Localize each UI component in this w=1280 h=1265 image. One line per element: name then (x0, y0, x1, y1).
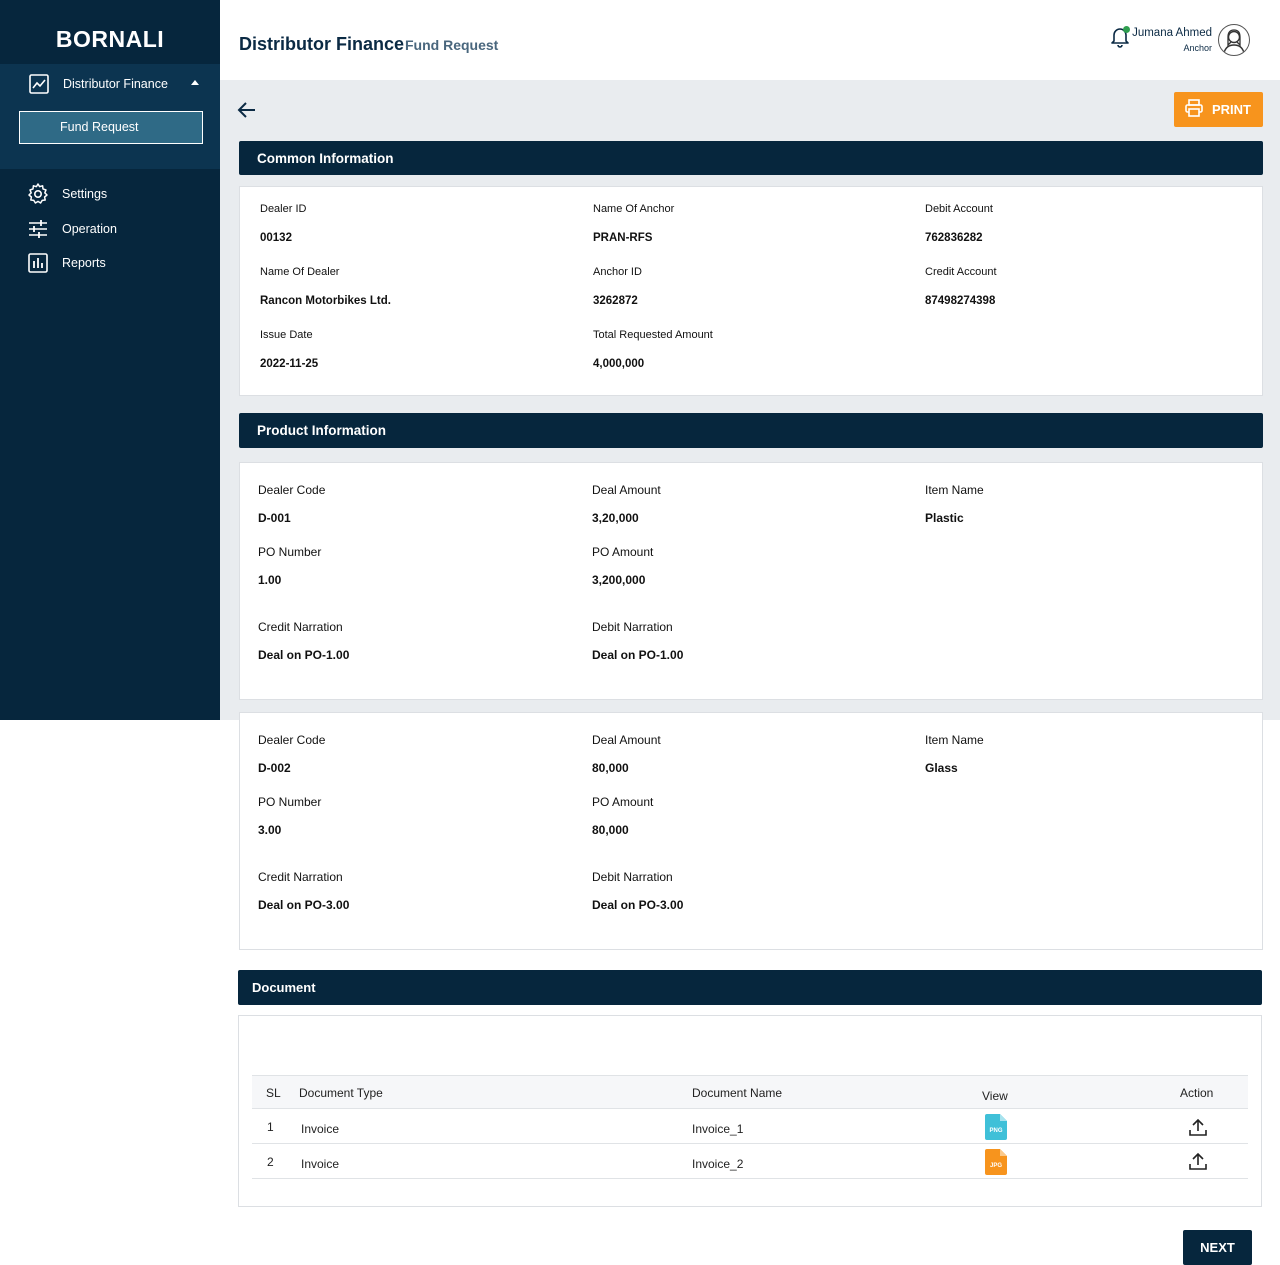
field-value: Deal on PO-1.00 (258, 648, 350, 662)
nav-item-operation[interactable]: Operation (26, 217, 206, 241)
field-label: Credit Narration (258, 620, 343, 634)
field-value: D-001 (258, 511, 291, 525)
upload-icon[interactable] (1188, 1151, 1208, 1171)
field-value: 4,000,000 (593, 358, 645, 370)
section-header-common-information: Common Information (239, 141, 1263, 175)
top-header: Distributor Finance Fund Request Jumana … (220, 0, 1280, 80)
next-button[interactable]: NEXT (1183, 1230, 1252, 1265)
field-label: Deal Amount (592, 733, 661, 747)
column-header-sl: SL (266, 1086, 281, 1100)
cell-sl: 2 (267, 1155, 274, 1169)
field-value: 2022-11-25 (260, 358, 319, 370)
product-card: Dealer Code D-001 Deal Amount 3,20,000 I… (239, 462, 1263, 700)
field-label: Total Requested Amount (593, 329, 713, 341)
field-value: 1.00 (258, 573, 282, 587)
upload-icon[interactable] (1188, 1117, 1208, 1137)
field-value: Deal on PO-3.00 (258, 898, 350, 912)
table-row: 2 Invoice Invoice_2 JPG (252, 1144, 1248, 1179)
column-header-document-type: Document Type (299, 1086, 383, 1100)
field-label: Issue Date (260, 329, 313, 341)
field-label: Anchor ID (593, 266, 642, 278)
field-label: Deal Amount (592, 483, 661, 497)
product-card: Dealer Code D-002 Deal Amount 80,000 Ite… (239, 712, 1263, 950)
notification-dot (1123, 26, 1130, 33)
print-button[interactable]: PRINT (1174, 92, 1263, 127)
printer-icon (1184, 98, 1204, 121)
page-title: Distributor Finance (239, 34, 405, 54)
nav-label: Distributor Finance (63, 77, 168, 91)
field-value: 3.00 (258, 823, 282, 837)
common-information-card: Dealer ID 00132 Name Of Anchor PRAN-RFS … (239, 186, 1263, 396)
nav-item-settings[interactable]: Settings (26, 182, 206, 206)
field-label: Name Of Dealer (260, 266, 340, 278)
gear-icon (26, 182, 50, 206)
field-value: 80,000 (592, 823, 629, 837)
sidebar: BORNALI Distributor Finance Fund Request… (0, 0, 220, 720)
column-header-action: Action (1180, 1086, 1214, 1100)
field-value: 87498274398 (925, 295, 996, 307)
nav-sub-item-fund-request[interactable]: Fund Request (19, 111, 203, 144)
field-label: PO Number (258, 795, 322, 809)
field-label: Debit Narration (592, 870, 673, 884)
avatar[interactable] (1218, 24, 1250, 56)
field-label: Dealer ID (260, 203, 307, 215)
field-label: Item Name (925, 733, 984, 747)
field-value: D-002 (258, 761, 291, 775)
page-subtitle: Fund Request (405, 37, 499, 53)
column-header-view: View (982, 1089, 1008, 1103)
png-file-icon[interactable]: PNG (985, 1114, 1007, 1140)
field-value: Deal on PO-3.00 (592, 898, 684, 912)
field-value: PRAN-RFS (593, 232, 653, 244)
nav-label: Operation (62, 222, 117, 236)
field-label: Credit Narration (258, 870, 343, 884)
field-label: Name Of Anchor (593, 203, 675, 215)
section-header-document: Document (238, 970, 1262, 1005)
field-value: Plastic (925, 511, 964, 525)
nav-label: Reports (62, 256, 106, 270)
field-value: Rancon Motorbikes Ltd. (260, 295, 391, 307)
field-label: PO Number (258, 545, 322, 559)
bar-chart-icon (26, 251, 50, 275)
cell-sl: 1 (267, 1120, 274, 1134)
table-header-row: SL Document Type Document Name View Acti… (252, 1075, 1248, 1109)
back-arrow-icon[interactable] (236, 99, 260, 121)
nav-item-reports[interactable]: Reports (26, 251, 206, 275)
field-value: 80,000 (592, 761, 629, 775)
field-value: 3,20,000 (592, 511, 639, 525)
field-label: Dealer Code (258, 733, 326, 747)
field-label: Credit Account (925, 266, 997, 278)
field-value: Glass (925, 761, 958, 775)
line-chart-icon (27, 72, 51, 96)
cell-document-name: Invoice_1 (692, 1122, 744, 1136)
caret-up-icon (191, 80, 199, 85)
file-badge: PNG (989, 1128, 1003, 1134)
field-label: Item Name (925, 483, 984, 497)
field-value: 3262872 (593, 295, 638, 307)
section-header-product-information: Product Information (239, 413, 1263, 448)
cell-document-type: Invoice (301, 1122, 340, 1136)
nav-item-distributor-finance[interactable]: Distributor Finance (27, 74, 207, 94)
cell-document-name: Invoice_2 (692, 1157, 744, 1171)
field-label: PO Amount (592, 545, 654, 559)
field-label: Debit Account (925, 203, 993, 215)
column-header-document-name: Document Name (692, 1086, 783, 1100)
table-row: 1 Invoice Invoice_1 PNG (252, 1109, 1248, 1144)
field-value: 762836282 (925, 232, 983, 244)
user-name: Jumana Ahmed (1132, 27, 1212, 39)
jpg-file-icon[interactable]: JPG (985, 1149, 1007, 1175)
field-label: Dealer Code (258, 483, 326, 497)
field-label: PO Amount (592, 795, 654, 809)
file-badge: JPG (989, 1163, 1002, 1169)
field-label: Debit Narration (592, 620, 673, 634)
sliders-icon (26, 217, 50, 241)
field-value: 00132 (260, 232, 292, 244)
cell-document-type: Invoice (301, 1157, 340, 1171)
nav-label: Settings (62, 187, 108, 201)
nav-group-distributor-finance: Distributor Finance Fund Request (0, 64, 220, 169)
print-label: PRINT (1212, 102, 1251, 117)
brand-logo: BORNALI (55, 26, 165, 52)
field-value: Deal on PO-1.00 (592, 648, 684, 662)
user-role: Anchor (1183, 43, 1212, 53)
field-value: 3,200,000 (592, 573, 646, 587)
